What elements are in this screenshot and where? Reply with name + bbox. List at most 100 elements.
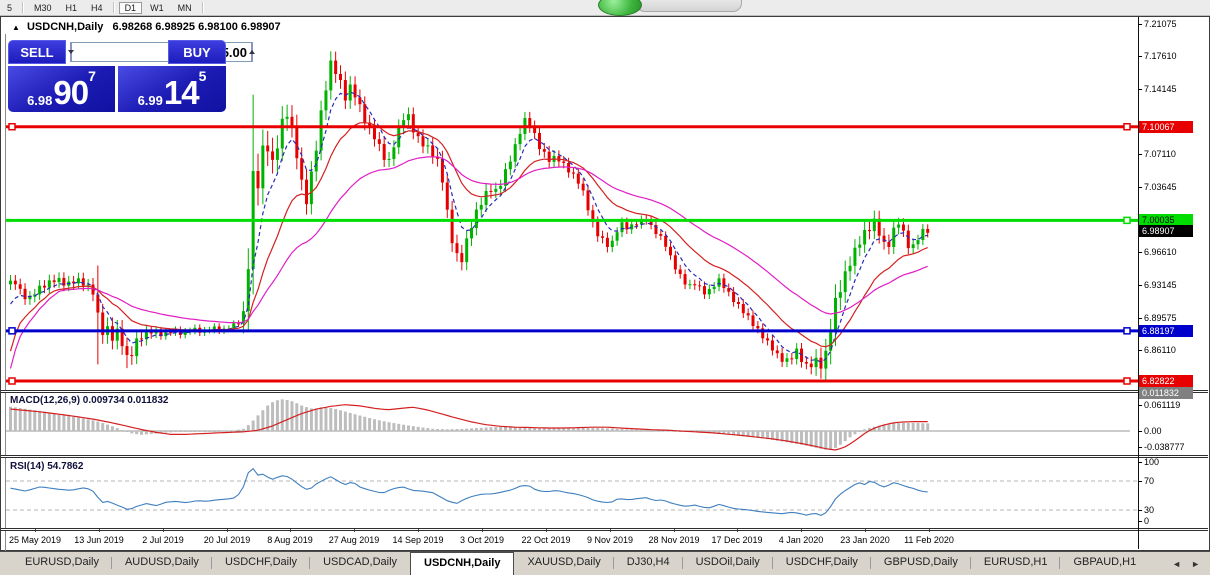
axis-tick-mark — [1138, 318, 1142, 319]
rsi-indicator-pane[interactable] — [6, 458, 1138, 528]
date-tick-label: 11 Feb 2020 — [904, 535, 954, 545]
rsi-tick-label: 70 — [1144, 476, 1154, 486]
level-price-badge: 6.82822 — [1139, 375, 1193, 387]
date-tick-mark — [610, 529, 611, 532]
date-tick-mark — [801, 529, 802, 532]
timeframe-button-h4[interactable]: H4 — [85, 2, 109, 14]
axis-tick-mark — [1138, 154, 1142, 155]
buy-price-prefix: 6.99 — [138, 93, 163, 108]
tab-usdcnh-daily[interactable]: USDCNH,Daily — [410, 552, 514, 575]
symbol-tabs: EURUSD,DailyAUDUSD,DailyUSDCHF,DailyUSDC… — [12, 552, 1149, 575]
chart-symbol-label: USDCNH,Daily — [27, 21, 103, 33]
date-tick-label: 22 Oct 2019 — [521, 535, 570, 545]
mt4-usdcnh-screen: { "toolbar": { "timeframes": ["5", "M30"… — [0, 0, 1210, 575]
current-price-badge: 6.98907 — [1139, 225, 1193, 237]
ma-line-slow — [11, 157, 928, 369]
rsi-line — [11, 469, 928, 516]
triangle-up-icon — [249, 50, 255, 54]
timeframe-button-m30[interactable]: M30 — [28, 2, 58, 14]
sell-button[interactable]: SELL — [8, 40, 66, 64]
price-tick-label: 7.21075 — [1144, 19, 1177, 29]
rsi-tick-label: 100 — [1144, 457, 1159, 467]
date-tick-label: 3 Oct 2019 — [460, 535, 504, 545]
axis-tick-mark — [1138, 350, 1142, 351]
timeframe-buttons: 5 M30H1H4 D1W1MN — [0, 2, 207, 14]
date-tick-label: 2 Jul 2019 — [142, 535, 184, 545]
price-tick-label: 7.07110 — [1144, 149, 1176, 159]
axis-tick-mark — [1138, 89, 1142, 90]
date-tick-label: 28 Nov 2019 — [648, 535, 699, 545]
date-tick-mark — [354, 529, 355, 532]
tab-gbpaud-h1[interactable]: GBPAUD,H1 — [1060, 552, 1149, 575]
chart-title: ▲ USDCNH,Daily 6.98268 6.98925 6.98100 6… — [12, 21, 281, 33]
toolbar-separator — [22, 2, 24, 13]
tab-usdchf-daily[interactable]: USDCHF,Daily — [212, 552, 310, 575]
date-tick-label: 4 Jan 2020 — [779, 535, 824, 545]
macd-indicator-pane[interactable] — [6, 393, 1138, 455]
level-price-badge: 6.88197 — [1139, 325, 1193, 337]
one-click-trading-panel: SELL BUY 6.98 90 7 6.99 14 5 — [8, 40, 226, 112]
date-tick-label: 17 Dec 2019 — [711, 535, 762, 545]
date-tick-mark — [482, 529, 483, 532]
volume-increase-button[interactable] — [251, 42, 253, 62]
tab-usdcad-daily[interactable]: USDCAD,Daily — [310, 552, 410, 575]
sell-price-pipette: 7 — [88, 70, 96, 82]
date-tick-mark — [35, 529, 36, 532]
date-tick-label: 14 Sep 2019 — [392, 535, 443, 545]
date-tick-label: 20 Jul 2019 — [204, 535, 251, 545]
buy-button[interactable]: BUY — [168, 40, 226, 64]
macd-tick-label: 0.00 — [1144, 426, 1162, 436]
date-tick-label: 23 Jan 2020 — [840, 535, 890, 545]
axis-tick-mark — [1138, 521, 1142, 522]
sell-price-prefix: 6.98 — [27, 93, 52, 108]
pane-separator[interactable] — [1, 528, 1208, 531]
triangle-down-icon — [68, 50, 74, 54]
price-tick-label: 6.93145 — [1144, 280, 1177, 290]
tab-usdoil-daily[interactable]: USDOil,Daily — [683, 552, 773, 575]
axis-tick-mark — [1138, 462, 1142, 463]
timeframe-button-d1[interactable]: D1 — [119, 2, 143, 14]
axis-tick-mark — [1138, 252, 1142, 253]
date-tick-label: 13 Jun 2019 — [74, 535, 124, 545]
price-tick-label: 6.86110 — [1144, 345, 1176, 355]
date-tick-mark — [546, 529, 547, 532]
tab-scroll-arrows: ◄ ► — [1172, 552, 1210, 575]
ma-line-fast — [11, 92, 928, 362]
axis-tick-mark — [1138, 431, 1142, 432]
price-axis-border — [1138, 17, 1139, 549]
axis-tick-mark — [1138, 405, 1142, 406]
date-tick-mark — [674, 529, 675, 532]
date-tick-label: 27 Aug 2019 — [329, 535, 380, 545]
tab-dj30-h4[interactable]: DJ30,H4 — [614, 552, 683, 575]
sell-price-pips: 90 — [53, 78, 88, 108]
timeframe-button-w1[interactable]: W1 — [144, 2, 170, 14]
timeframe-button-5[interactable]: 5 — [1, 2, 18, 14]
date-tick-mark — [737, 529, 738, 532]
sell-price-button[interactable]: 6.98 90 7 — [8, 66, 115, 112]
timeframe-button-mn[interactable]: MN — [172, 2, 198, 14]
axis-tick-mark — [1138, 285, 1142, 286]
rsi-tick-label: 0 — [1144, 516, 1149, 526]
tab-usdchf-daily[interactable]: USDCHF,Daily — [773, 552, 871, 575]
date-tick-mark — [163, 529, 164, 532]
date-tick-mark — [929, 529, 930, 532]
volume-decrease-button[interactable] — [70, 42, 72, 62]
price-tick-label: 7.03645 — [1144, 182, 1177, 192]
tab-audusd-daily[interactable]: AUDUSD,Daily — [112, 552, 212, 575]
tab-gbpusd-daily[interactable]: GBPUSD,Daily — [871, 552, 971, 575]
price-tick-label: 7.17610 — [1144, 51, 1177, 61]
date-tick-mark — [227, 529, 228, 532]
collapse-arrow-icon[interactable]: ▲ — [12, 23, 20, 32]
ma-line-mid — [11, 123, 928, 351]
axis-tick-mark — [1138, 510, 1142, 511]
buy-price-button[interactable]: 6.99 14 5 — [118, 66, 226, 112]
timeframe-button-h1[interactable]: H1 — [60, 2, 84, 14]
tab-xauusd-daily[interactable]: XAUUSD,Daily — [514, 552, 613, 575]
level-price-badge: 7.10067 — [1139, 121, 1193, 133]
tab-eurusd-h1[interactable]: EURUSD,H1 — [971, 552, 1061, 575]
tab-eurusd-daily[interactable]: EURUSD,Daily — [12, 552, 112, 575]
tab-scroll-left-button[interactable]: ◄ — [1172, 559, 1181, 569]
tab-scroll-right-button[interactable]: ► — [1191, 559, 1200, 569]
rsi-label: RSI(14) 54.7862 — [10, 461, 83, 472]
macd-tick-label: -0.038777 — [1144, 442, 1185, 452]
